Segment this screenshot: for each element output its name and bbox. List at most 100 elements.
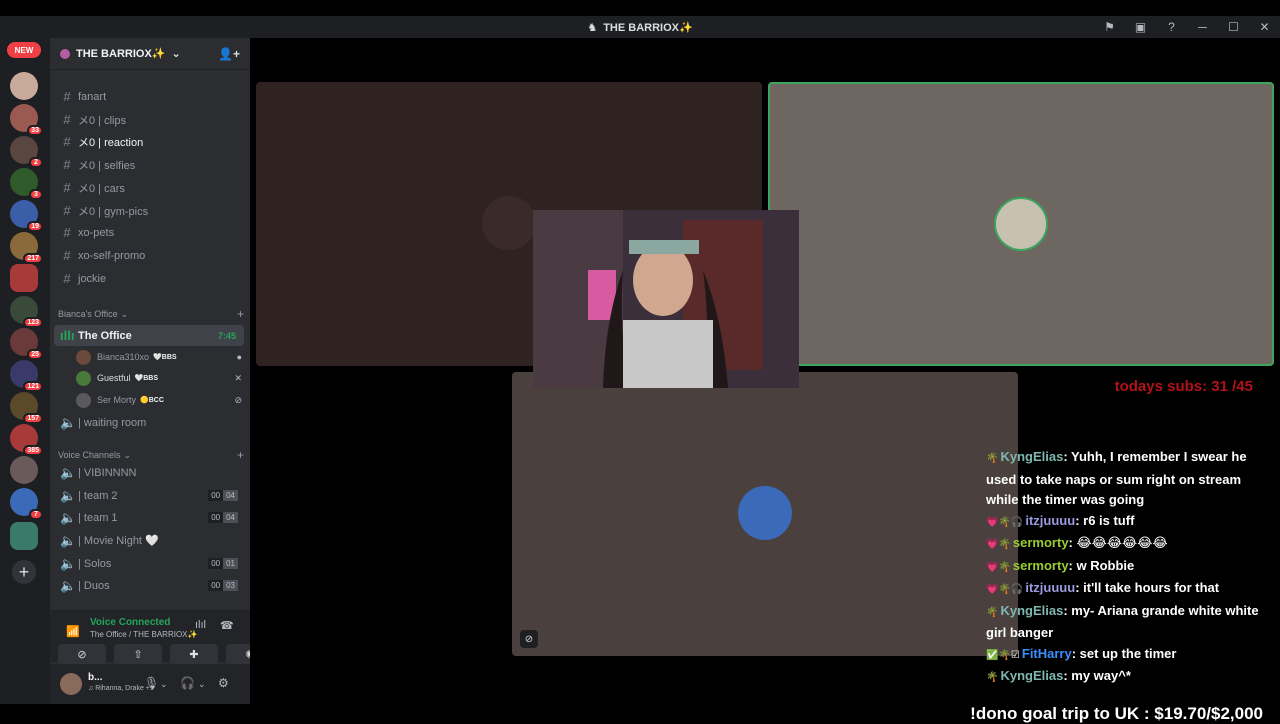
- server-icon[interactable]: 121: [10, 360, 43, 392]
- voice-location[interactable]: The Office / THE BARRIOX✨: [90, 630, 197, 639]
- category-biancas-office[interactable]: Bianca's Office ⌄ +: [58, 306, 244, 322]
- channel-clips[interactable]: # メ0 | clips: [54, 109, 244, 130]
- window-title: ♞ THE BARRIOX✨: [587, 21, 693, 34]
- chat-username: sermorty: [1012, 557, 1069, 573]
- close-button[interactable]: ✕: [1249, 16, 1280, 38]
- chat-message: 💗🌴🎧 itzjuuuu: r6 is tuff: [986, 511, 1266, 534]
- server-icon[interactable]: 3: [10, 168, 43, 200]
- flag-icon[interactable]: ⚑: [1094, 16, 1125, 38]
- voice-channel-team-1[interactable]: 🔈 | team 1 00 04: [54, 507, 244, 528]
- avatar: [994, 197, 1048, 251]
- channel-reaction[interactable]: # メ0 | reaction: [54, 131, 244, 152]
- server-glyph-icon: ♞: [587, 21, 598, 34]
- server-icon[interactable]: 157: [10, 392, 43, 424]
- screen-share-button[interactable]: ⇧: [114, 644, 162, 664]
- chat-message: 💗🌴🎧 itzjuuuu: it'll take hours for that: [986, 578, 1266, 601]
- chat-message: 🌴 KyngElias: Yuhh, I remember I swear he …: [986, 447, 1266, 511]
- user-limit-badge: 00 04: [208, 490, 238, 501]
- voice-user[interactable]: Bianca310xo 🤍BBS ●: [76, 347, 246, 367]
- user-limit-badge: 00 01: [208, 558, 238, 569]
- voice-channel-vibinnnn[interactable]: 🔈 | VIBINNNN: [54, 462, 244, 483]
- server-icon[interactable]: 2: [10, 136, 43, 168]
- speaker-icon: 🔈: [60, 509, 77, 525]
- new-badge[interactable]: NEW: [7, 42, 41, 58]
- server-icon[interactable]: 123: [10, 296, 43, 328]
- noise-suppression-icon[interactable]: ılıl: [195, 619, 206, 631]
- server-icon[interactable]: [10, 264, 38, 292]
- chevron-down-icon: ⌄: [171, 48, 181, 60]
- participant-tile[interactable]: ⊘: [512, 372, 1018, 656]
- webcam-feed: [533, 210, 799, 388]
- channel-xo-pets[interactable]: # xo-pets: [54, 222, 244, 243]
- create-channel-icon[interactable]: +: [237, 307, 244, 321]
- channel-jockie[interactable]: # jockie: [54, 268, 244, 289]
- mention-badge: 7: [29, 509, 43, 520]
- server-icon[interactable]: 33: [10, 104, 43, 136]
- chat-username: KyngElias: [1000, 449, 1064, 464]
- gear-icon[interactable]: ⚙: [218, 676, 229, 690]
- mention-badge: 19: [27, 221, 43, 232]
- maximize-button[interactable]: ☐: [1218, 16, 1249, 38]
- chat-username: itzjuuuu: [1025, 512, 1076, 528]
- speaker-icon: 🔈: [60, 414, 77, 430]
- minimize-button[interactable]: ─: [1187, 16, 1218, 38]
- server-icon[interactable]: 25: [10, 328, 43, 360]
- server-header[interactable]: THE BARRIOX✨ ⌄ 👤+: [50, 38, 250, 70]
- chat-badges: 💗🌴🎧: [986, 516, 1024, 528]
- avatar: [76, 349, 91, 365]
- activities-button[interactable]: ✚: [170, 644, 218, 664]
- chevron-down-icon[interactable]: ⌄: [160, 679, 168, 690]
- channel-selfies[interactable]: # メ0 | selfies: [54, 154, 244, 175]
- headphones-icon[interactable]: 🎧: [180, 676, 195, 690]
- hash-icon: #: [63, 134, 71, 149]
- category-voice-channels[interactable]: Voice Channels ⌄ +: [58, 447, 244, 463]
- server-icon[interactable]: 217: [10, 232, 43, 264]
- server-folder[interactable]: [10, 522, 38, 550]
- chat-badges: 💗🌴🎧: [986, 584, 1024, 595]
- mention-badge: 25: [27, 349, 43, 360]
- hash-icon: #: [63, 248, 71, 263]
- invite-people-icon[interactable]: 👤+: [218, 47, 240, 61]
- microphone-icon[interactable]: 🎙: [144, 676, 159, 690]
- channel-xo-self-promo[interactable]: # xo-self-promo: [54, 245, 244, 266]
- connection-signal-icon[interactable]: 📶: [66, 625, 80, 638]
- server-icon[interactable]: 7: [10, 488, 43, 520]
- voice-channel-team-2[interactable]: 🔈 | team 2 00 04: [54, 485, 244, 506]
- username[interactable]: b...: [88, 672, 102, 683]
- disconnect-icon[interactable]: ☎: [220, 619, 234, 632]
- voice-channel-duos[interactable]: 🔈 | Duos 00 03: [54, 575, 244, 596]
- voice-channel-the-office[interactable]: ıllı The Office 7:45: [54, 325, 244, 346]
- chat-username: KyngElias: [1000, 668, 1064, 683]
- voice-activity-icon: ıllı: [60, 328, 75, 343]
- title-bar: ♞ THE BARRIOX✨ ⚑ ▣ ? ─ ☐ ✕: [0, 16, 1280, 38]
- chat-badges: ✅🌴☑: [986, 649, 1020, 661]
- mention-badge: 217: [23, 253, 43, 264]
- create-channel-icon[interactable]: +: [237, 448, 244, 462]
- voice-user[interactable]: Ser Morty 🟡BCC ⊘: [76, 390, 246, 410]
- help-icon[interactable]: ?: [1156, 16, 1187, 38]
- mention-badge: 33: [27, 125, 43, 136]
- voice-channel-waiting-room[interactable]: 🔈 | waiting room: [54, 412, 244, 433]
- chat-text: : r6 is tuff: [1075, 512, 1135, 528]
- server-icon[interactable]: 19: [10, 200, 43, 232]
- voice-channel-movie-night[interactable]: 🔈 | Movie Night 🤍: [54, 530, 244, 551]
- server-icon[interactable]: [10, 456, 38, 484]
- inbox-icon[interactable]: ▣: [1125, 16, 1156, 38]
- voice-user[interactable]: Guestful 🤍BBS ✕: [76, 368, 246, 388]
- channel-fanart[interactable]: # fanart: [54, 86, 244, 107]
- voice-status[interactable]: Voice Connected: [90, 617, 170, 628]
- voice-timer: 7:45: [217, 330, 236, 341]
- chevron-down-icon[interactable]: ⌄: [198, 679, 206, 690]
- server-icon[interactable]: [10, 72, 38, 100]
- server-icon[interactable]: 385: [10, 424, 43, 456]
- channel-gym-pics[interactable]: # メ0 | gym-pics: [54, 200, 244, 221]
- participant-tile-speaking[interactable]: [768, 82, 1274, 366]
- speaker-icon: 🔈: [60, 555, 77, 571]
- voice-channel-solos[interactable]: 🔈 | Solos 00 01: [54, 553, 244, 574]
- channel-cars[interactable]: # メ0 | cars: [54, 177, 244, 198]
- add-server-button[interactable]: +: [12, 560, 36, 584]
- chat-badges: 💗🌴: [986, 539, 1011, 550]
- subs-counter: todays subs: 31 /45: [1114, 378, 1253, 395]
- camera-toggle-button[interactable]: ⊘: [58, 644, 106, 664]
- avatar[interactable]: [60, 673, 82, 695]
